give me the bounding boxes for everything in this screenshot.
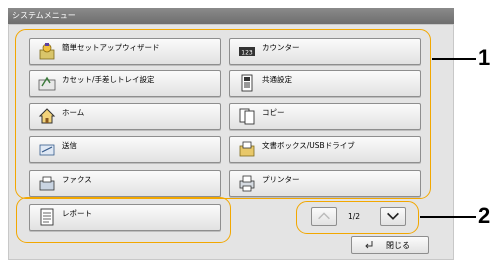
close-label: 閉じる — [386, 241, 410, 250]
menu-item-copy[interactable]: コピー — [229, 103, 421, 130]
menu-item-label: 送信 — [62, 141, 77, 150]
callout-number-1: 1 — [478, 45, 491, 70]
window-title: システムメニュー — [8, 8, 454, 24]
chevron-up-icon — [318, 212, 330, 220]
counter-icon: 123 — [239, 47, 255, 57]
menu-item-printer[interactable]: プリンター — [229, 170, 421, 197]
svg-text:123: 123 — [241, 50, 253, 57]
fax-icon — [39, 176, 55, 191]
menu-item-label: 文書ボックス/USBドライブ — [262, 141, 355, 150]
page-indicator: 1/2 — [348, 212, 361, 221]
menu-item-label: 簡単セットアップウィザード — [62, 43, 160, 52]
menu-item-label: ファクス — [62, 175, 92, 184]
menu-item-label: カウンター — [262, 43, 300, 52]
menu-item-label: 共通設定 — [262, 75, 292, 84]
page-down-button[interactable] — [380, 207, 406, 226]
home-icon — [38, 108, 56, 124]
menu-item-fax[interactable]: ファクス — [29, 170, 221, 197]
menu-item-label: ホーム — [62, 108, 85, 117]
return-icon — [365, 241, 373, 249]
close-button[interactable]: 閉じる — [351, 236, 429, 254]
cassette-icon — [38, 76, 56, 91]
menu-item-quick-setup-wizard[interactable]: 簡単セットアップウィザード — [29, 38, 221, 65]
menu-item-label: コピー — [262, 108, 285, 117]
menu-item-cassette-settings[interactable]: カセット/手差しトレイ設定 — [29, 70, 221, 97]
printer-icon — [239, 175, 255, 192]
report-icon — [40, 208, 54, 226]
chevron-down-icon — [387, 212, 399, 220]
send-icon — [39, 144, 55, 156]
menu-item-home[interactable]: ホーム — [29, 103, 221, 130]
copy-icon — [239, 108, 255, 125]
wizard-icon — [39, 43, 55, 60]
menu-item-report[interactable]: レポート — [29, 204, 221, 231]
callout-number-2: 2 — [478, 203, 491, 228]
menu-item-label: レポート — [62, 209, 92, 218]
menu-item-label: カセット/手差しトレイ設定 — [62, 75, 155, 84]
page-up-button[interactable] — [311, 207, 337, 226]
callout-line-2 — [420, 216, 476, 218]
callout-line-1 — [432, 58, 476, 60]
document-box-icon — [239, 141, 255, 157]
menu-item-counter[interactable]: 123 カウンター — [229, 38, 421, 65]
menu-item-common-settings[interactable]: 共通設定 — [229, 70, 421, 97]
menu-item-document-box[interactable]: 文書ボックス/USBドライブ — [229, 136, 421, 163]
menu-item-label: プリンター — [262, 175, 300, 184]
common-settings-icon — [241, 74, 253, 92]
menu-item-send[interactable]: 送信 — [29, 136, 221, 163]
